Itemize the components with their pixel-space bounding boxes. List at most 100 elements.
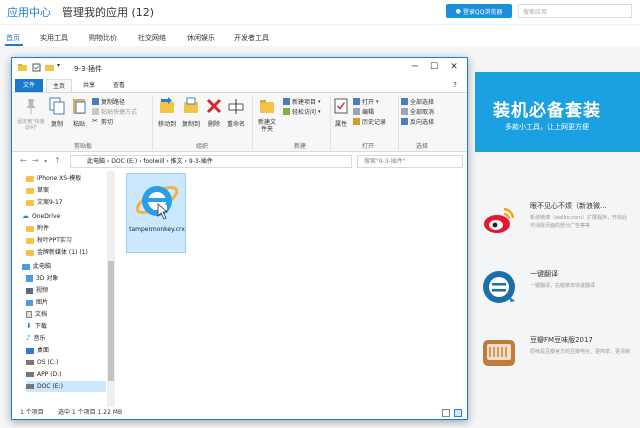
move-to-icon (160, 97, 174, 113)
title-bar[interactable]: ▾ 9-3-插件 ─ ☐ ✕ (12, 58, 467, 78)
copy-to-button[interactable]: 复制到 (180, 97, 202, 128)
picture-icon (26, 299, 33, 306)
delete-icon (206, 98, 222, 114)
rename-button[interactable]: 重命名 (225, 97, 247, 128)
open-button[interactable]: 打开 ▾ (353, 97, 379, 106)
breadcrumb-doc-e[interactable]: DOC (E:) (111, 158, 137, 165)
banner-subtitle: 多款小工具，让上网更方便 (505, 123, 589, 131)
maximize-button[interactable]: ☐ (425, 61, 443, 74)
app-card-translate[interactable]: 一键翻译 一键翻译，右键菜单快速翻译 (472, 264, 640, 332)
copy-path-icon (92, 98, 99, 105)
nav-item-documents[interactable]: 文档 (26, 309, 47, 320)
promo-banner[interactable]: 装机必备套装 多款小工具，让上网更方便 (475, 72, 640, 152)
nav-item-pictures[interactable]: 图片 (26, 297, 48, 308)
nav-item-attachments[interactable]: 附件 (26, 223, 49, 234)
close-button[interactable]: ✕ (445, 61, 463, 74)
tab-share[interactable]: 共享 (76, 79, 102, 92)
edit-button[interactable]: 编辑 (353, 107, 374, 116)
new-item-button[interactable]: 新建项目 ▾ (283, 97, 321, 106)
nav-item-music[interactable]: ♪ 音乐 (26, 333, 45, 344)
nav-item-drive-d[interactable]: APP (D:) (26, 369, 62, 380)
app-desc: 新浪微博（weibo.com）扩展程序，开启后可消除页面的部分广告等等 (530, 215, 627, 229)
tab-view[interactable]: 查看 (106, 79, 132, 92)
details-view-icon[interactable] (442, 409, 450, 417)
tab-social[interactable]: 社交网络 (138, 33, 166, 43)
tab-home[interactable]: 主页 (46, 79, 72, 92)
navigation-pane: iPhone XS-模板 草案 文案9-17 ☁ OneDrive 附件 秋叶PP… (12, 171, 116, 407)
tab-home[interactable]: 首页 (6, 33, 20, 43)
properties-icon[interactable] (32, 63, 41, 72)
internet-explorer-icon (135, 185, 179, 220)
breadcrumb-tuiwen[interactable]: 推文 (171, 158, 183, 165)
history-button[interactable]: 历史记录 (353, 117, 386, 126)
divider (252, 96, 253, 150)
nav-scrollbar[interactable] (107, 171, 115, 407)
app-center-title[interactable]: 应用中心 (7, 4, 51, 20)
properties-button[interactable]: 属性 (332, 97, 350, 128)
move-to-button[interactable]: 移动到 (156, 97, 178, 128)
forward-arrow-icon[interactable]: → (32, 156, 39, 165)
nav-item-copy-9-17[interactable]: 文案9-17 (26, 197, 63, 208)
back-arrow-icon[interactable]: ← (20, 156, 27, 165)
new-folder-button[interactable]: 新建文件夹 (254, 97, 280, 133)
group-select-label: 选择 (416, 143, 429, 150)
nav-item-drive-c[interactable]: OS (C:) (26, 357, 58, 368)
manage-apps-link[interactable]: 管理我的应用 (12) (62, 4, 154, 20)
invert-selection-button[interactable]: 反向选择 (401, 117, 434, 126)
nav-item-this-pc[interactable]: 此电脑 (22, 261, 51, 272)
tab-file[interactable]: 文件 (15, 79, 43, 92)
copy-path-button[interactable]: 复制路径 (92, 97, 125, 106)
select-all-icon (401, 98, 408, 105)
tab-tools[interactable]: 实用工具 (40, 33, 68, 43)
tab-leisure[interactable]: 休闲娱乐 (187, 33, 215, 43)
folder-search-input[interactable]: 搜索"9-3-插件" (357, 155, 463, 168)
nav-item-ppt-intern[interactable]: 秋叶PPT实习 (26, 235, 72, 246)
folder-icon (26, 199, 34, 206)
app-card-weibo[interactable]: 眼不见心不烦（新浪微... 新浪微博（weibo.com）扩展程序，开启后可消除… (472, 196, 640, 264)
easy-access-button[interactable]: 轻松访问 ▾ (283, 107, 321, 116)
select-all-button[interactable]: 全部选择 (401, 97, 434, 106)
divider (398, 96, 399, 150)
delete-button[interactable]: 删除 (205, 97, 223, 128)
nav-item-onedrive[interactable]: ☁ OneDrive (22, 211, 60, 222)
address-bar[interactable]: 此电脑 › DOC (E:) › foolwill › 推文 › 9-3-插件 (70, 155, 352, 168)
nav-item-iphone-template[interactable]: iPhone XS-模板 (26, 173, 81, 184)
chevron-down-icon[interactable]: ▾ (44, 158, 47, 165)
folder-icon (26, 225, 34, 232)
login-button[interactable]: ● 登录QQ浏览器 (446, 4, 512, 18)
help-icon[interactable]: ? (450, 79, 460, 92)
qq-icon: ● (455, 7, 461, 15)
chevron-down-icon[interactable]: ▾ (57, 62, 66, 71)
search-input[interactable]: 搜索应用 (518, 4, 632, 18)
paste-shortcut-button[interactable]: 粘贴快捷方式 (92, 107, 137, 116)
file-item[interactable]: tampermonkey.crx (126, 173, 186, 253)
pin-quick-access-button[interactable]: 固定到"快速访问" (16, 97, 46, 131)
status-bar: 1 个项目 选中 1 个项目 1.22 MB (12, 407, 467, 419)
breadcrumb-current[interactable]: 9-3-插件 (189, 158, 213, 165)
breadcrumb-foolwill[interactable]: foolwill (143, 158, 164, 165)
paste-button[interactable]: 粘贴 (70, 97, 88, 128)
music-icon: ♪ (26, 334, 31, 342)
nav-item-3d-objects[interactable]: 3D 对象 (26, 273, 58, 284)
app-name: 豆瓣FM豆味版2017 (530, 336, 593, 344)
nav-item-downloads[interactable]: ⬇ 下载 (26, 321, 47, 332)
nav-item-videos[interactable]: 视频 (26, 285, 48, 296)
nav-item-draft[interactable]: 草案 (26, 185, 49, 196)
nav-item-drive-e[interactable]: DOC (E:) (26, 381, 106, 392)
scroll-thumb[interactable] (108, 261, 114, 381)
app-card-douban-fm[interactable]: 豆瓣FM豆味版2017 原味是豆瓣官方的豆瓣电台，更简单，更清晰 (472, 330, 640, 398)
nav-item-desktop[interactable]: 桌面 (26, 345, 49, 356)
large-icons-view-icon[interactable] (454, 409, 462, 417)
copy-button[interactable]: 复制 (48, 97, 66, 128)
minimize-button[interactable]: ─ (406, 61, 424, 74)
nav-item-new-media[interactable]: 金牌新媒体 (1) (1) (26, 247, 88, 258)
tab-shopping[interactable]: 购物比价 (89, 33, 117, 43)
select-none-button[interactable]: 全部取消 (401, 107, 434, 116)
easy-access-icon (283, 108, 290, 115)
group-new-label: 新建 (294, 143, 307, 150)
up-arrow-icon[interactable]: ↑ (54, 156, 61, 165)
breadcrumb-this-pc[interactable]: 此电脑 (87, 158, 105, 165)
cut-button[interactable]: ✂ 剪切 (92, 117, 113, 127)
tab-developer[interactable]: 开发者工具 (234, 33, 269, 43)
new-folder-icon[interactable] (45, 63, 54, 72)
